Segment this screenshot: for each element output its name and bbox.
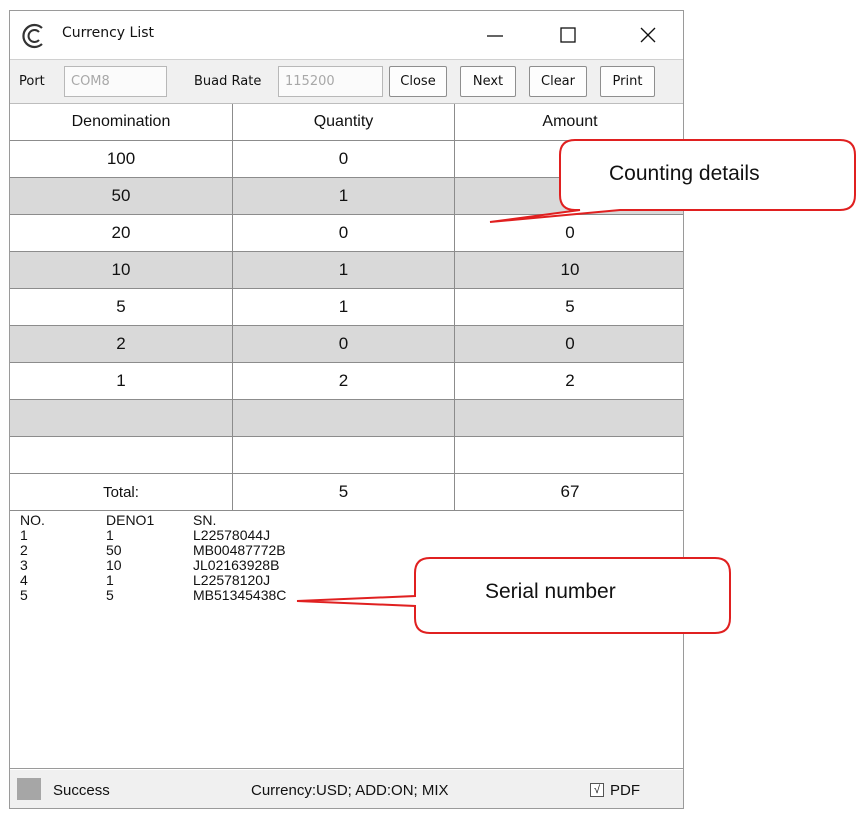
close-button[interactable]: Close [389,66,447,97]
table-row: 100 0 [10,141,683,178]
quantity-cell: 1 [232,252,454,288]
table-row: 20 0 0 [10,215,683,252]
denomination-cell: 10 [111,260,131,279]
title-bar: Currency List [10,11,683,59]
quantity-cell: 0 [232,326,454,362]
minimize-icon [487,35,503,37]
serial-header-no: NO. [20,512,45,528]
serial-sn: MB51345438C [193,587,287,603]
table-header: Denomination Quantity Amount [10,104,683,141]
table-row: 1 2 2 [10,363,683,400]
currency-logo-icon [22,23,43,49]
currency-list-window: Currency List Port COM8 Buad Rate 115200… [9,10,684,809]
status-indicator [17,778,41,800]
serial-no: 3 [20,557,28,573]
window-title: Currency List [62,25,154,41]
total-label: Total: [103,483,139,501]
header-quantity: Quantity [232,104,454,140]
table-row: 50 1 [10,178,683,215]
status-bar: Success Currency:USD; ADD:ON; MIX √ PDF [10,770,683,808]
total-amount: 67 [454,474,685,510]
denomination-cell: 5 [116,297,126,316]
maximize-icon [560,27,576,43]
header-amount: Amount [454,104,685,140]
serial-header-deno: DENO1 [106,512,155,528]
serial-no: 4 [20,572,28,588]
serial-sn: L22578044J [193,527,271,543]
close-window-button[interactable] [620,11,676,59]
denomination-cell: 2 [116,334,126,353]
counting-details-label: Counting details [609,162,760,185]
pdf-label: PDF [610,782,640,799]
header-denomination: Denomination [71,113,171,130]
serial-sn: L22578120J [193,572,271,588]
serial-deno-column: DENO1 1 50 10 1 5 [106,513,154,603]
denomination-cell: 50 [111,186,131,205]
print-button[interactable]: Print [600,66,655,97]
toolbar: Port COM8 Buad Rate 115200 Close Next Cl… [10,59,683,104]
table-row [10,400,683,437]
amount-cell: 2 [454,363,685,399]
table-row [10,437,683,474]
denomination-cell: 100 [106,149,136,168]
table-row: 10 1 10 [10,252,683,289]
serial-deno: 10 [106,557,122,573]
maximize-button[interactable] [540,11,596,59]
amount-cell [454,437,685,473]
amount-cell: 0 [454,326,685,362]
serial-header-sn: SN. [193,512,217,528]
quantity-cell [232,437,454,473]
serial-no: 2 [20,542,28,558]
amount-cell: 5 [454,289,685,325]
serial-deno: 50 [106,542,122,558]
pdf-checkbox[interactable]: √ [590,783,604,797]
table-row: 5 1 5 [10,289,683,326]
serial-no-column: NO. 1 2 3 4 5 [20,513,45,603]
baud-rate-label: Buad Rate [194,74,262,89]
port-field[interactable]: COM8 [64,66,167,97]
serial-deno: 1 [106,572,114,588]
table-row: 2 0 0 [10,326,683,363]
serial-no: 5 [20,587,28,603]
close-icon [640,27,656,43]
denomination-cell: 1 [116,371,126,390]
serial-sn: MB00487772B [193,542,286,558]
serial-sn: JL02163928B [193,557,280,573]
serial-number-label: Serial number [485,580,616,603]
clear-button[interactable]: Clear [529,66,587,97]
serial-no: 1 [20,527,28,543]
total-quantity: 5 [232,474,454,510]
quantity-cell: 0 [232,215,454,251]
serial-sn-column: SN. L22578044J MB00487772B JL02163928B L… [193,513,286,603]
quantity-cell [232,400,454,436]
quantity-cell: 2 [232,363,454,399]
amount-cell: 10 [454,252,685,288]
minimize-button[interactable] [467,11,523,59]
amount-cell [454,400,685,436]
quantity-cell: 0 [232,141,454,177]
status-text: Success [53,782,110,799]
denomination-cell [10,437,232,473]
serial-deno: 1 [106,527,114,543]
port-label: Port [19,74,45,89]
quantity-cell: 1 [232,289,454,325]
serial-deno: 5 [106,587,114,603]
next-button[interactable]: Next [460,66,516,97]
currency-mode-info: Currency:USD; ADD:ON; MIX [251,782,449,799]
serial-number-list: NO. 1 2 3 4 5 DENO1 1 50 10 1 5 SN. L225… [10,507,683,769]
denomination-cell: 20 [111,223,131,242]
baud-rate-field[interactable]: 115200 [278,66,383,97]
amount-cell: 0 [454,215,685,251]
total-row: Total: 5 67 [10,474,683,511]
quantity-cell: 1 [232,178,454,214]
denomination-cell [10,400,232,436]
